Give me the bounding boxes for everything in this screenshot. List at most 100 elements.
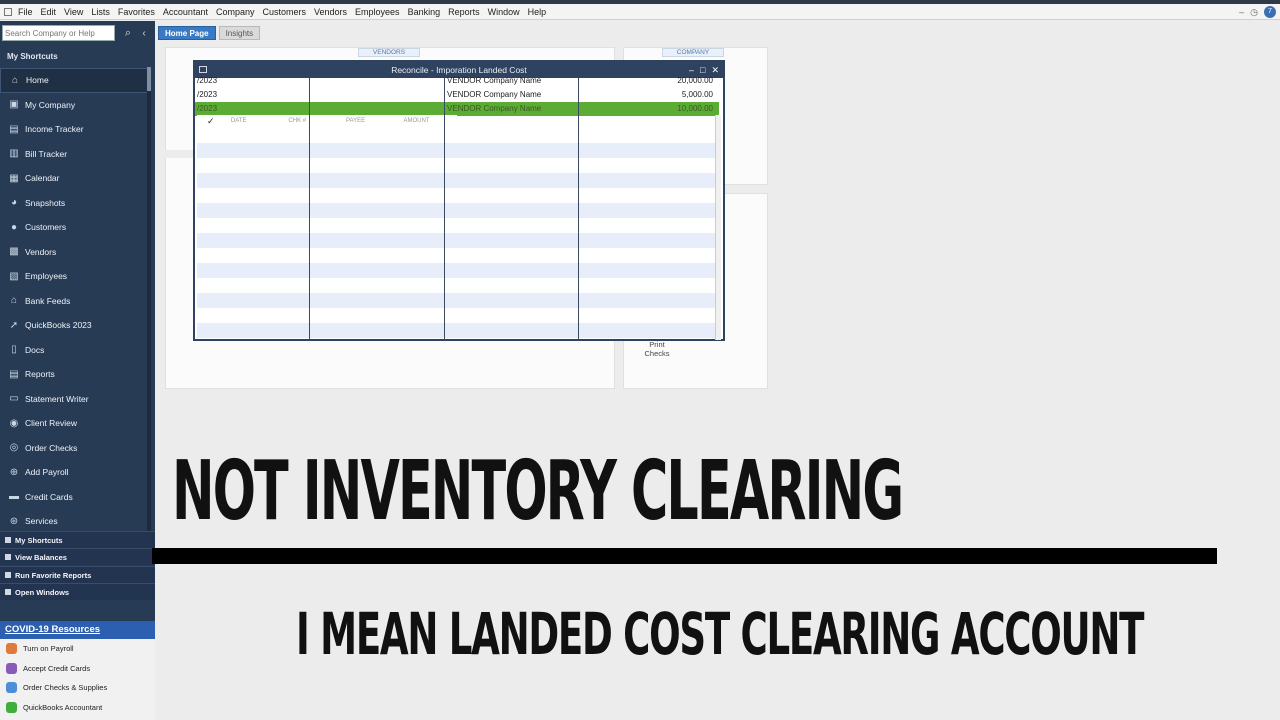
menu-banking[interactable]: Banking [408, 7, 441, 17]
panel-gap [165, 150, 195, 158]
print-checks-label[interactable]: Print Checks [640, 340, 674, 358]
quickbooks-icon: ➚ [9, 319, 19, 331]
column-header-payee[interactable]: PAYEE [342, 118, 400, 124]
grid-row[interactable] [197, 173, 717, 188]
resources-list: Turn on Payroll Accept Credit Cards Orde… [0, 639, 155, 720]
sidebar-item-employees[interactable]: ▧ Employees [0, 264, 148, 289]
grid-row[interactable] [197, 278, 717, 293]
covid-resources-link[interactable]: COVID-19 Resources [0, 621, 155, 639]
docs-icon: ▯ [11, 344, 17, 356]
grid-row[interactable] [197, 158, 717, 173]
menu-accountant[interactable]: Accountant [163, 7, 208, 17]
table-row-selected[interactable]: /2023 VENDOR Company Name 10,000.00 [195, 102, 719, 116]
scrollbar-thumb[interactable] [147, 67, 151, 91]
menu-view[interactable]: View [64, 7, 83, 17]
grid-row[interactable] [197, 188, 717, 203]
resource-accept-credit-cards[interactable]: Accept Credit Cards [0, 659, 155, 679]
home-tabs: Home Page Insights [158, 26, 261, 40]
credit-card-icon [6, 662, 17, 674]
dialog-scrollbar[interactable] [715, 115, 721, 340]
grid-row[interactable] [197, 263, 717, 278]
sidebar-item-home[interactable]: ⌂ Home [0, 68, 148, 93]
search-input[interactable] [2, 25, 115, 41]
column-divider [444, 78, 445, 340]
sidebar-item-my-company[interactable]: ▣ My Company [0, 93, 148, 118]
section-my-shortcuts[interactable]: My Shortcuts [0, 531, 155, 548]
resource-turn-on-payroll[interactable]: Turn on Payroll [0, 639, 155, 659]
sidebar-item-client-review[interactable]: ◉ Client Review [0, 411, 148, 436]
section-view-balances[interactable]: View Balances [0, 548, 155, 565]
sidebar-item-statement-writer[interactable]: ▭ Statement Writer [0, 387, 148, 412]
shortcuts-list: ⌂ Home ▣ My Company ▤ Income Tracker ▥ Bill … [0, 68, 148, 534]
section-icon [5, 589, 11, 595]
tab-home-page[interactable]: Home Page [158, 26, 216, 40]
grid-row[interactable] [197, 203, 717, 218]
grid-row[interactable] [197, 293, 717, 308]
plus-icon [6, 701, 17, 713]
sidebar-item-docs[interactable]: ▯ Docs [0, 338, 148, 363]
section-open-windows[interactable]: Open Windows [0, 583, 155, 600]
menu-file[interactable]: File [18, 7, 33, 17]
column-headers: ✓ DATE CHK # PAYEE AMOUNT [197, 115, 457, 127]
table-row[interactable]: /2023 VENDOR Company Name 20,000.00 [195, 74, 719, 88]
menu-employees[interactable]: Employees [355, 7, 400, 17]
sidebar-item-quickbooks-2023[interactable]: ➚ QuickBooks 2023 [0, 313, 148, 338]
resource-order-checks-supplies[interactable]: Order Checks & Supplies [0, 678, 155, 698]
menu-customers[interactable]: Customers [262, 7, 306, 17]
sidebar-item-bill-tracker[interactable]: ▥ Bill Tracker [0, 142, 148, 167]
sidebar-item-calendar[interactable]: ▦ Calendar [0, 166, 148, 191]
grid-row[interactable] [197, 248, 717, 263]
calendar-icon: ▦ [9, 172, 19, 184]
menu-edit[interactable]: Edit [41, 7, 57, 17]
grid-row[interactable] [197, 323, 717, 338]
menu-company[interactable]: Company [216, 7, 255, 17]
client-review-icon: ◉ [9, 417, 19, 429]
grid-row[interactable] [197, 233, 717, 248]
sidebar-item-vendors[interactable]: ▩ Vendors [0, 240, 148, 265]
left-icon-bar: ⌕ ‹ My Shortcuts ⌂Home ▣My Company ▤Inco… [0, 21, 155, 720]
sidebar-item-snapshots[interactable]: ◕ Snapshots [0, 191, 148, 216]
sidebar-item-bank-feeds[interactable]: ⌂ Bank Feeds [0, 289, 148, 314]
menu-help[interactable]: Help [528, 7, 547, 17]
shortcuts-title: My Shortcuts [7, 52, 58, 61]
sidebar-item-credit-cards[interactable]: ▬ Credit Cards [0, 485, 148, 510]
sidebar-item-income-tracker[interactable]: ▤ Income Tracker [0, 117, 148, 142]
menu-lists[interactable]: Lists [91, 7, 110, 17]
table-row[interactable]: /2023 VENDOR Company Name 5,000.00 [195, 88, 719, 102]
sidebar-item-add-payroll[interactable]: ⊕ Add Payroll [0, 460, 148, 485]
check-column-header[interactable]: ✓ [197, 116, 219, 127]
column-divider [578, 78, 579, 340]
menu-favorites[interactable]: Favorites [118, 7, 155, 17]
app-menu-icon[interactable] [4, 7, 12, 16]
grid-row[interactable] [197, 143, 717, 158]
grid-row[interactable] [197, 128, 717, 143]
sidebar-item-order-checks[interactable]: ◎ Order Checks [0, 436, 148, 461]
menu-vendors[interactable]: Vendors [314, 7, 347, 17]
collapse-sidebar-icon[interactable]: ‹ [138, 25, 150, 41]
grid-row[interactable] [197, 308, 717, 323]
notification-badge[interactable]: 7 [1264, 6, 1276, 18]
credit-cards-icon: ▬ [9, 491, 19, 503]
column-header-chk[interactable]: CHK # [284, 118, 342, 124]
search-icon[interactable]: ⌕ [118, 25, 138, 41]
sidebar-item-reports[interactable]: ▤ Reports [0, 362, 148, 387]
sidebar-item-customers[interactable]: ● Customers [0, 215, 148, 240]
menu-reports[interactable]: Reports [448, 7, 480, 17]
grid-row[interactable] [197, 218, 717, 233]
tab-insights[interactable]: Insights [218, 26, 261, 40]
bill-tracker-icon: ▥ [9, 148, 19, 160]
caption-sub: I MEAN LANDED COST CLEARING ACCOUNT [296, 600, 1144, 668]
payroll-icon [6, 643, 17, 655]
resource-quickbooks-accountant[interactable]: QuickBooks Accountant [0, 698, 155, 718]
menu-window[interactable]: Window [488, 7, 520, 17]
sidebar-scrollbar[interactable] [147, 67, 151, 547]
sidebar-item-services[interactable]: ⊛ Services [0, 509, 148, 534]
statement-writer-icon: ▭ [9, 393, 19, 405]
minimize-icon[interactable]: – [1239, 7, 1244, 17]
clock-icon[interactable]: ◷ [1250, 7, 1258, 18]
vendors-icon: ▩ [9, 246, 19, 258]
window-menu-icon[interactable] [199, 66, 207, 73]
column-header-amount[interactable]: AMOUNT [399, 118, 457, 124]
column-header-date[interactable]: DATE [227, 118, 285, 124]
section-run-favorite-reports[interactable]: Run Favorite Reports [0, 566, 155, 583]
